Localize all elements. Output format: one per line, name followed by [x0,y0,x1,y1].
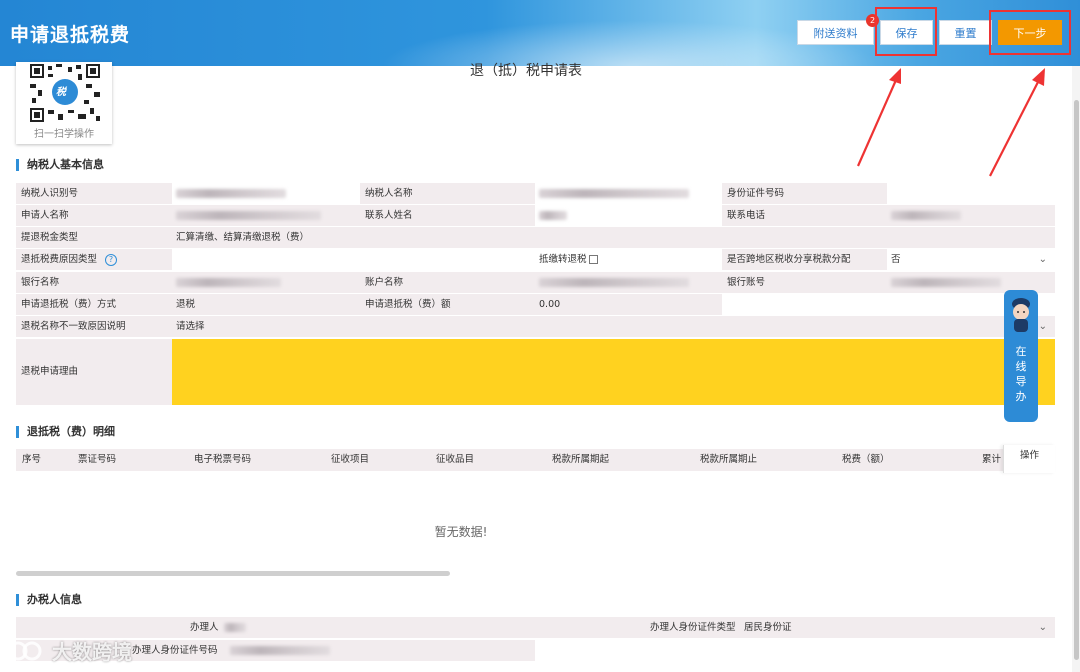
next-arrow-head [1032,68,1045,86]
contact-name-field[interactable] [535,205,722,226]
watermark-text: 大数跨境 [52,640,132,664]
column-header: 征收品目 [436,454,475,465]
agent-id-type-label: 办理人身份证件类型 [650,622,736,633]
column-header: 电子税票号码 [194,454,252,465]
refund-type-label: 提退税金类型 [16,227,172,248]
bank-name-value [172,272,360,293]
reset-button[interactable]: 重置 [939,20,992,45]
taxpayer-name-label: 纳税人名称 [360,183,535,204]
qr-logo-text: 税 [56,87,66,98]
agent-name-row: 办理人 [16,617,535,638]
qr-code-label: 扫一扫学操作 [34,129,94,140]
account-name-value [535,272,722,293]
refund-type-value: 汇算清缴、结算清缴退税（费） [172,227,1055,248]
operation-column-header: 操作 [1003,445,1055,473]
save-arrow-head [889,68,901,84]
id-number-label: 身份证件号码 [722,183,887,204]
refund-method-label: 申请退抵税（费）方式 [16,294,172,315]
taxpayer-id-value [172,183,360,204]
bank-account-label: 银行账号 [722,272,887,293]
agent-id-type-row[interactable]: 办理人身份证件类型 居民身份证 ⌄ [535,617,1055,638]
refund-reason-label: 退税申请理由 [16,339,172,405]
next-arrow-line [989,81,1039,177]
chevron-down-icon: ⌄ [1038,254,1047,265]
mismatch-reason-select[interactable]: 请选择 ⌄ [172,316,1055,337]
refund-amount-label: 申请退抵税（费）额 [360,294,535,315]
attach-documents-button[interactable]: 附送资料 [797,20,874,45]
account-name-label: 账户名称 [360,272,535,293]
section-taxpayer-info: 纳税人基本信息 [16,159,104,171]
column-header: 税费（额） [842,454,890,465]
cross-region-value: 否 [891,254,901,265]
assistant-avatar-icon [1012,298,1030,332]
column-header: 征收项目 [331,454,370,465]
reason-type-select[interactable] [172,249,535,270]
agent-id-type-value: 居民身份证 [744,622,792,633]
online-guide-text: 在线导办 [1015,345,1027,403]
column-header: 税款所属期止 [700,454,758,465]
qr-code-card[interactable]: 税 扫一扫学操作 [16,62,112,144]
refund-reason-textarea[interactable] [172,339,1055,405]
refund-method-value: 退税 [172,294,360,315]
vertical-scrollbar-thumb[interactable] [1074,100,1079,660]
column-header: 序号 [22,454,42,465]
horizontal-scrollbar[interactable] [16,571,450,576]
section-refund-details: 退抵税（费）明细 [16,426,115,438]
convert-refund-label: 抵缴转退税 [539,254,587,265]
column-header: 累计 [982,454,1002,465]
column-header: 票证号码 [78,454,117,465]
chevron-down-icon: ⌄ [1038,622,1047,633]
agent-id-number-label: 办理人身份证件号码 [132,645,218,656]
bank-name-label: 银行名称 [16,272,172,293]
convert-refund-checkbox[interactable] [588,255,598,264]
online-guide-label: 在线导办 [1004,344,1038,404]
reason-type-label-cell: 退抵税费原因类型? [16,249,172,270]
details-table-header: 序号 票证号码 电子税票号码 征收项目 征收品目 税款所属期起 税款所属期止 税… [16,449,1055,471]
contact-phone-label: 联系电话 [722,205,887,226]
mismatch-reason-value: 请选择 [176,321,205,332]
column-header: 税款所属期起 [552,454,610,465]
reason-type-label: 退抵税费原因类型 [21,254,98,265]
section-agent-info: 办税人信息 [16,594,82,606]
help-icon[interactable]: ? [105,253,118,266]
contact-name-label: 联系人姓名 [360,205,535,226]
empty-table-message: 暂无数据! [434,525,488,539]
chevron-down-icon: ⌄ [1038,321,1047,332]
convert-refund-cell: 抵缴转退税 [535,249,722,270]
agent-name-label: 办理人 [190,622,219,633]
refund-amount-value: 0.00 [535,294,722,315]
form-title: 退（抵）税申请表 [470,63,582,79]
mismatch-reason-label: 退税名称不一致原因说明 [16,316,172,337]
taxpayer-name-value [535,183,722,204]
save-arrow-line [856,79,898,167]
taxpayer-id-label: 纳税人识别号 [16,183,172,204]
applicant-name-label: 申请人名称 [16,205,172,226]
cross-region-label: 是否跨地区税收分享税款分配 [722,249,887,270]
save-highlight-box [875,7,937,56]
next-highlight-box [989,10,1071,55]
online-guide-widget[interactable]: 在线导办 [1004,290,1038,422]
page-title: 申请退抵税费 [10,24,131,46]
id-number-value [887,183,1055,204]
watermark-logo-icon [8,641,42,660]
contact-phone-field[interactable] [887,205,1055,226]
applicant-name-value [172,205,360,226]
cross-region-select[interactable]: 否 ⌄ [887,249,1055,270]
watermark: 大数跨境 [8,636,132,665]
